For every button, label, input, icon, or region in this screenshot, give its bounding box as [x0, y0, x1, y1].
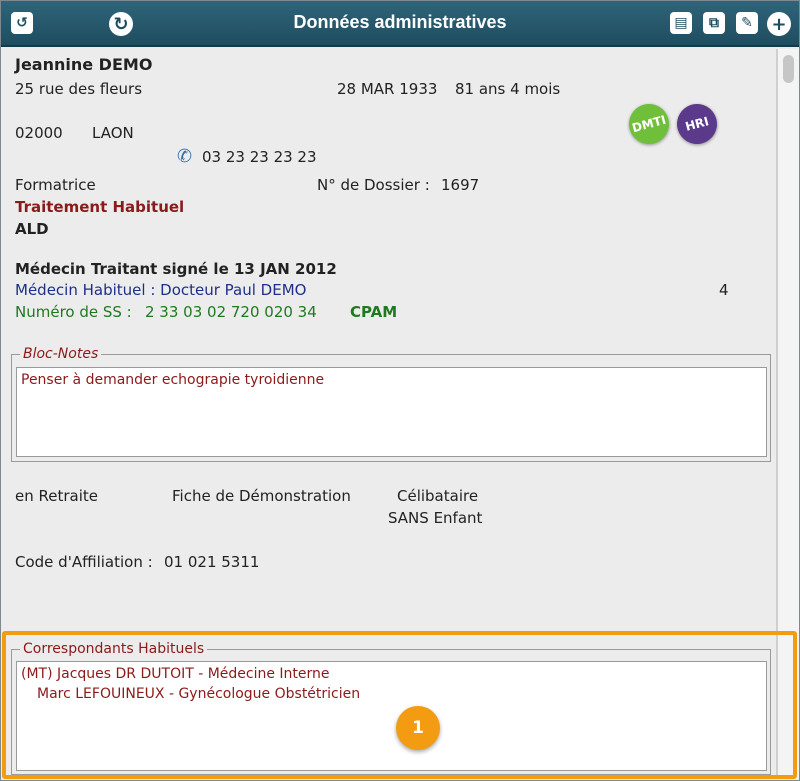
patient-address: 25 rue des fleurs [15, 80, 143, 98]
birth-date: 28 MAR 1933 [337, 80, 438, 98]
edit-icon[interactable]: ✎ [736, 12, 758, 34]
retraite-status: en Retraite [15, 487, 98, 505]
fiche-label: Fiche de Démonstration [172, 487, 351, 505]
copy-icon[interactable]: ⧉ [703, 12, 725, 34]
medecin-count: 4 [719, 281, 729, 299]
dossier-label: N° de Dossier : [317, 176, 430, 194]
callout-badge: 1 [396, 706, 440, 750]
vertical-scrollbar[interactable] [777, 49, 799, 779]
profession: Formatrice [15, 176, 96, 194]
medecin-habituel[interactable]: Médecin Habituel : Docteur Paul DEMO [15, 281, 306, 299]
affiliation-label: Code d'Affiliation : [15, 553, 153, 571]
list-item[interactable]: (MT) Jacques DR DUTOIT - Médecine Intern… [21, 664, 762, 684]
postal-code: 02000 [15, 124, 63, 142]
affiliation-code: 01 021 5311 [164, 553, 260, 571]
add-icon[interactable]: + [767, 12, 791, 36]
ss-label: Numéro de SS : [15, 303, 132, 321]
ald-label: ALD [15, 220, 49, 238]
bloc-notes-textarea[interactable]: Penser à demander echograpie tyroidienne [16, 367, 767, 457]
correspondants-legend: Correspondants Habituels [23, 641, 205, 657]
bloc-notes-text: Penser à demander echograpie tyroidienne [21, 372, 325, 388]
scrollbar-thumb[interactable] [783, 55, 794, 83]
bloc-notes-legend: Bloc-Notes [23, 346, 99, 362]
enfants: SANS Enfant [388, 509, 483, 527]
list-item[interactable]: Marc LEFOUINEUX - Gynécologue Obstétrici… [21, 684, 762, 704]
dmti-badge-icon[interactable]: DMTI [624, 99, 674, 149]
admin-data-window: ↺ ↻ Données administratives ▤ ⧉ ✎ + Jean… [0, 0, 800, 781]
phone-number: 03 23 23 23 23 [202, 148, 317, 166]
etat-civil: Célibataire [397, 487, 479, 505]
title-bar: ↺ ↻ Données administratives ▤ ⧉ ✎ + [1, 1, 799, 47]
patient-name: Jeannine DEMO [15, 55, 153, 74]
caisse-label: CPAM [350, 303, 398, 321]
dossier-number: 1697 [441, 176, 480, 194]
patient-details-panel: Jeannine DEMO 25 rue des fleurs 28 MAR 1… [7, 49, 777, 779]
patient-age: 81 ans 4 mois [455, 80, 561, 98]
medecin-traitant: Médecin Traitant signé le 13 JAN 2012 [15, 260, 337, 278]
city: LAON [92, 124, 134, 142]
print-icon[interactable]: ▤ [670, 12, 692, 34]
phone-icon: ✆ [177, 146, 193, 167]
ss-number: 2 33 03 02 720 020 34 [145, 303, 317, 321]
hri-badge-icon[interactable]: HRI [672, 99, 722, 149]
correspondants-list[interactable]: (MT) Jacques DR DUTOIT - Médecine Intern… [16, 661, 767, 771]
treatment-link[interactable]: Traitement Habituel [15, 198, 184, 216]
